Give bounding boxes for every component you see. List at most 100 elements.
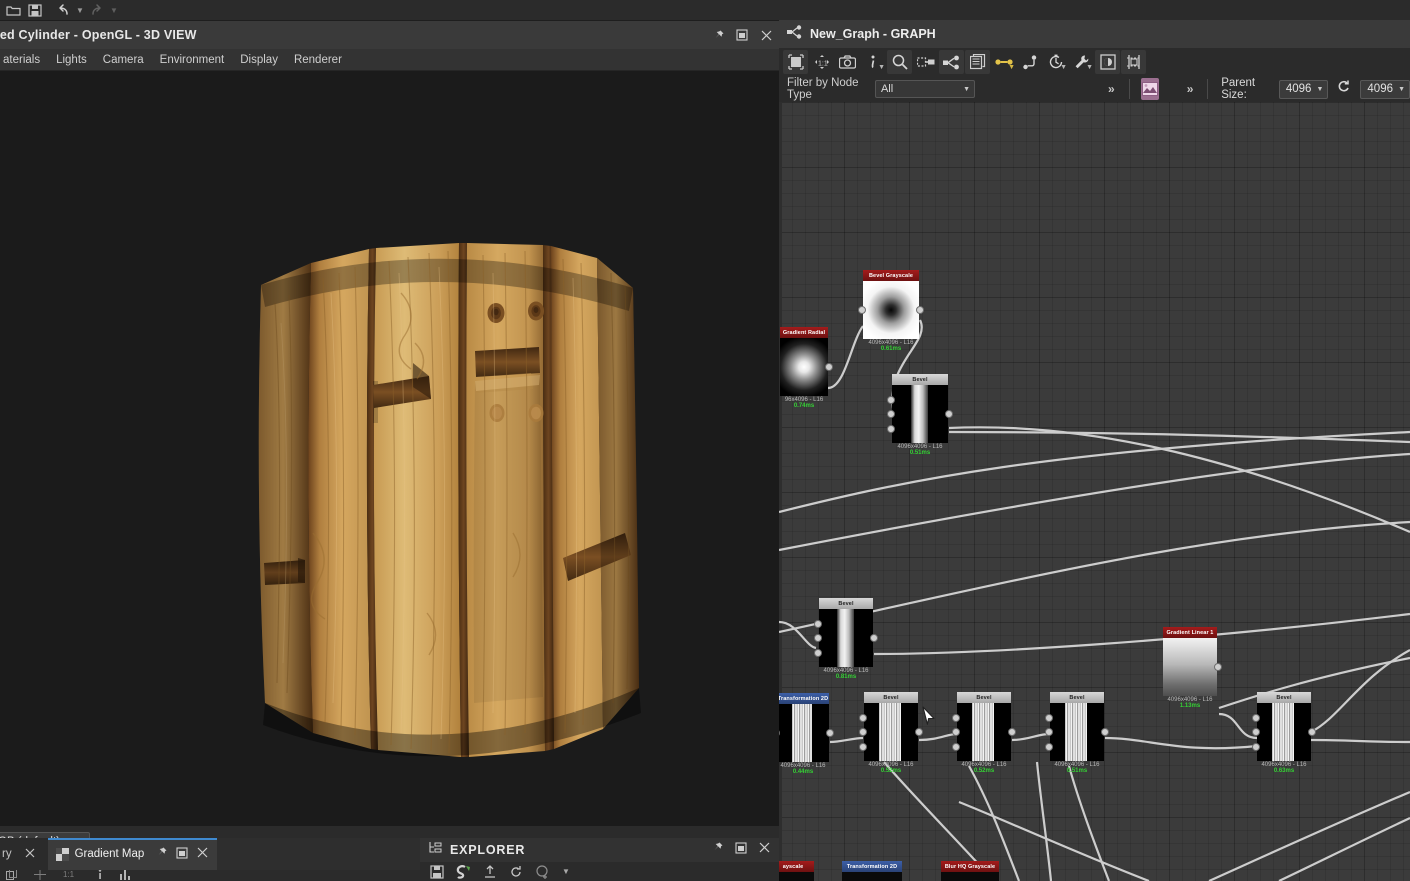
new-resource-icon[interactable] xyxy=(535,864,550,879)
save-icon[interactable] xyxy=(24,1,46,19)
close-icon[interactable] xyxy=(196,846,209,862)
histogram-icon[interactable] xyxy=(120,870,132,881)
info-icon[interactable] xyxy=(96,870,104,881)
node-input-pin[interactable] xyxy=(1252,728,1260,736)
export-icon[interactable] xyxy=(483,864,497,879)
graph-canvas[interactable]: Gradient Radial 96x4096 - L16 0.74ms Bevel … xyxy=(779,102,1410,881)
pin-icon[interactable] xyxy=(711,28,725,42)
graph-node-bevel-grayscale[interactable]: Bevel Grayscale 4096x4096 - L16 0.61ms xyxy=(858,270,924,352)
node-output-pin[interactable] xyxy=(1101,728,1109,736)
graph-node-bevel-5[interactable]: Bevel 4096x4096 - L16 0.51ms xyxy=(1045,692,1109,774)
tab-library-partial[interactable]: ry xyxy=(0,838,48,870)
filter-node-type-select[interactable]: All ▼ xyxy=(874,80,976,98)
node-input-pin[interactable] xyxy=(814,634,822,642)
pin-icon[interactable] xyxy=(711,841,724,859)
node-input-pin[interactable] xyxy=(1045,713,1053,722)
node-input-pin[interactable] xyxy=(814,619,822,628)
menu-item-materials[interactable]: aterials xyxy=(0,49,48,71)
graph-node-bevel-2[interactable]: Bevel 4096x4096 - L16 0.81ms xyxy=(814,598,878,680)
timer-icon[interactable]: ▼ xyxy=(1043,50,1068,74)
node-output-pin[interactable] xyxy=(870,634,878,642)
node-input-pin[interactable] xyxy=(952,713,960,722)
graph-node-bevel-3[interactable]: Bevel 4096x4096 - L16 0.52ms xyxy=(859,692,923,774)
node-output-pin[interactable] xyxy=(1214,663,1222,671)
menu-item-renderer[interactable]: Renderer xyxy=(286,49,350,71)
node-input-pin[interactable] xyxy=(1045,728,1053,736)
viewport-3d[interactable] xyxy=(0,71,779,826)
reload-icon[interactable] xyxy=(509,865,523,879)
node-input-pin[interactable] xyxy=(1252,713,1260,722)
tools-icon[interactable]: ▼ xyxy=(1069,50,1094,74)
pin-icon[interactable] xyxy=(155,846,168,862)
node-input-pin[interactable] xyxy=(1252,742,1260,751)
parent-size-height-select[interactable]: 4096 ▼ xyxy=(1360,79,1410,99)
copy-icon[interactable] xyxy=(6,870,18,881)
open-folder-icon[interactable] xyxy=(2,1,24,19)
search-icon[interactable] xyxy=(887,50,912,74)
move-icon[interactable] xyxy=(34,870,46,881)
node-input-pin[interactable] xyxy=(887,410,895,418)
close-icon[interactable] xyxy=(759,28,773,42)
node-output-pin[interactable] xyxy=(1008,728,1016,736)
node-input-pin[interactable] xyxy=(859,742,867,751)
graph-node-icon[interactable] xyxy=(939,50,964,74)
node-output-pin[interactable] xyxy=(915,728,923,736)
graph-node-bevel-6[interactable]: Bevel 4096x4096 - L16 0.63ms xyxy=(1252,692,1316,774)
node-input-pin[interactable] xyxy=(859,728,867,736)
undo-dropdown-caret[interactable]: ▼ xyxy=(74,1,86,19)
node-input-pin[interactable] xyxy=(858,306,866,314)
node-output-pin[interactable] xyxy=(1308,728,1316,736)
graph-node-gradient-radial[interactable]: Gradient Radial 96x4096 - L16 0.74ms xyxy=(780,327,833,409)
frame-icon[interactable] xyxy=(1121,50,1146,74)
maximize-icon[interactable] xyxy=(176,846,188,862)
link-node-icon[interactable] xyxy=(913,50,938,74)
close-icon[interactable] xyxy=(758,841,771,859)
package-icon[interactable] xyxy=(456,864,471,879)
node-input-pin[interactable] xyxy=(952,728,960,736)
info-icon[interactable]: ▼ xyxy=(861,50,886,74)
redo-dropdown-caret[interactable]: ▼ xyxy=(108,1,120,19)
menu-item-environment[interactable]: Environment xyxy=(152,49,233,71)
node-input-pin[interactable] xyxy=(887,395,895,404)
menu-item-camera[interactable]: Camera xyxy=(95,49,152,71)
save-icon[interactable] xyxy=(430,864,444,879)
duplicate-icon[interactable] xyxy=(965,50,990,74)
node-input-pin[interactable] xyxy=(887,424,895,433)
graph-node-grayscale-partial[interactable]: ayscale xyxy=(779,861,814,881)
graph-node-transformation-2d[interactable]: Transformation 2D 4096x4096 - L16 0.44ms xyxy=(779,693,834,775)
undo-icon[interactable] xyxy=(52,1,74,19)
node-output-pin[interactable] xyxy=(945,410,953,418)
parent-size-width-select[interactable]: 4096 ▼ xyxy=(1278,79,1329,99)
maximize-icon[interactable] xyxy=(735,841,747,859)
node-input-pin[interactable] xyxy=(814,648,822,657)
link-ratio-icon[interactable] xyxy=(1336,79,1352,99)
node-input-pin[interactable] xyxy=(859,713,867,722)
menu-item-display[interactable]: Display xyxy=(232,49,286,71)
filter-overflow-button[interactable]: » xyxy=(1108,82,1115,96)
dropdown-caret[interactable]: ▼ xyxy=(562,867,570,876)
screenshot-icon[interactable] xyxy=(835,50,860,74)
node-input-pin[interactable] xyxy=(1045,742,1053,751)
close-icon[interactable] xyxy=(24,847,36,862)
graph-node-bevel-4[interactable]: Bevel 4096x4096 - L16 0.52ms xyxy=(952,692,1016,774)
graph-node-blur-hq-grayscale[interactable]: Blur HQ Grayscale xyxy=(941,861,999,881)
node-output-pin[interactable] xyxy=(916,306,924,314)
reset-zoom-1-1-icon[interactable]: 1:1 xyxy=(809,50,834,74)
redo-icon[interactable] xyxy=(86,1,108,19)
node-output-pin[interactable] xyxy=(826,729,834,737)
ratio-icon[interactable]: 1:1 xyxy=(62,870,80,881)
connection-icon[interactable]: ▼ xyxy=(991,50,1016,74)
tab-gradient-map[interactable]: Gradient Map xyxy=(47,838,218,870)
reroute-icon[interactable] xyxy=(1017,50,1042,74)
image-overflow-button[interactable]: » xyxy=(1187,82,1194,96)
preview-icon[interactable] xyxy=(1095,50,1120,74)
image-preview-icon[interactable] xyxy=(1140,78,1159,100)
graph-node-transformation-2d-b[interactable]: Transformation 2D xyxy=(842,861,902,881)
fit-view-icon[interactable] xyxy=(783,50,808,74)
graph-node-gradient-linear-1[interactable]: Gradient Linear 1 4096x4096 - L16 1.13ms xyxy=(1163,627,1222,709)
menu-item-lights[interactable]: Lights xyxy=(48,49,95,71)
maximize-icon[interactable] xyxy=(735,28,749,42)
graph-node-bevel-1[interactable]: Bevel 4096x4096 - L16 0.51ms xyxy=(887,374,953,456)
node-output-pin[interactable] xyxy=(825,363,833,371)
node-input-pin[interactable] xyxy=(952,742,960,751)
